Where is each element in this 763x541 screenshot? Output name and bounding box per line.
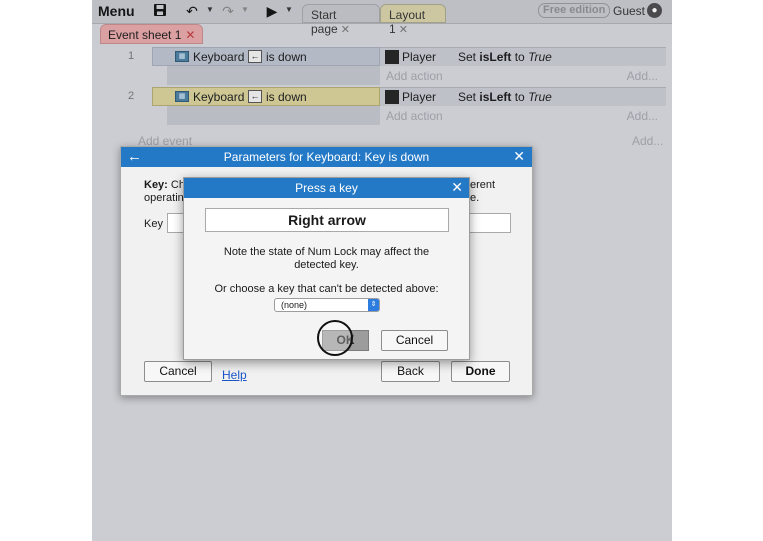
close-icon[interactable]: ✕ [451,179,463,196]
click-highlight-circle [317,320,353,356]
num-lock-note: detected key. [294,259,359,271]
key-field-label: Key [144,218,163,230]
dialog-title: Press a key [295,181,358,195]
select-arrows-icon: ⇕ [368,299,379,311]
param-description: e. [470,192,480,204]
done-button[interactable]: Done [451,361,510,382]
back-button[interactable]: Back [381,361,440,382]
param-description: Key: Ch [144,179,185,191]
param-description: operatin [144,192,184,204]
cancel-button[interactable]: Cancel [144,361,212,382]
dialog-title: Parameters for Keyboard: Key is down [223,150,430,164]
press-key-dialog: Press a key ✕ Right arrow Note the state… [183,177,470,360]
cancel-button[interactable]: Cancel [381,330,448,351]
close-icon[interactable]: ✕ [513,148,525,165]
key-select-value: (none) [281,300,308,310]
dialog-title-bar: ← Parameters for Keyboard: Key is down ✕ [121,147,532,167]
num-lock-note: Note the state of Num Lock may affect th… [223,246,430,258]
help-link[interactable]: Help [222,368,247,382]
dialog-title-bar: Press a key ✕ [184,178,469,198]
key-select[interactable]: (none) ⇕ [274,298,380,312]
choose-key-label: Or choose a key that can't be detected a… [214,283,439,295]
detected-key-display[interactable]: Right arrow [205,208,449,232]
param-description: erent [470,179,496,191]
